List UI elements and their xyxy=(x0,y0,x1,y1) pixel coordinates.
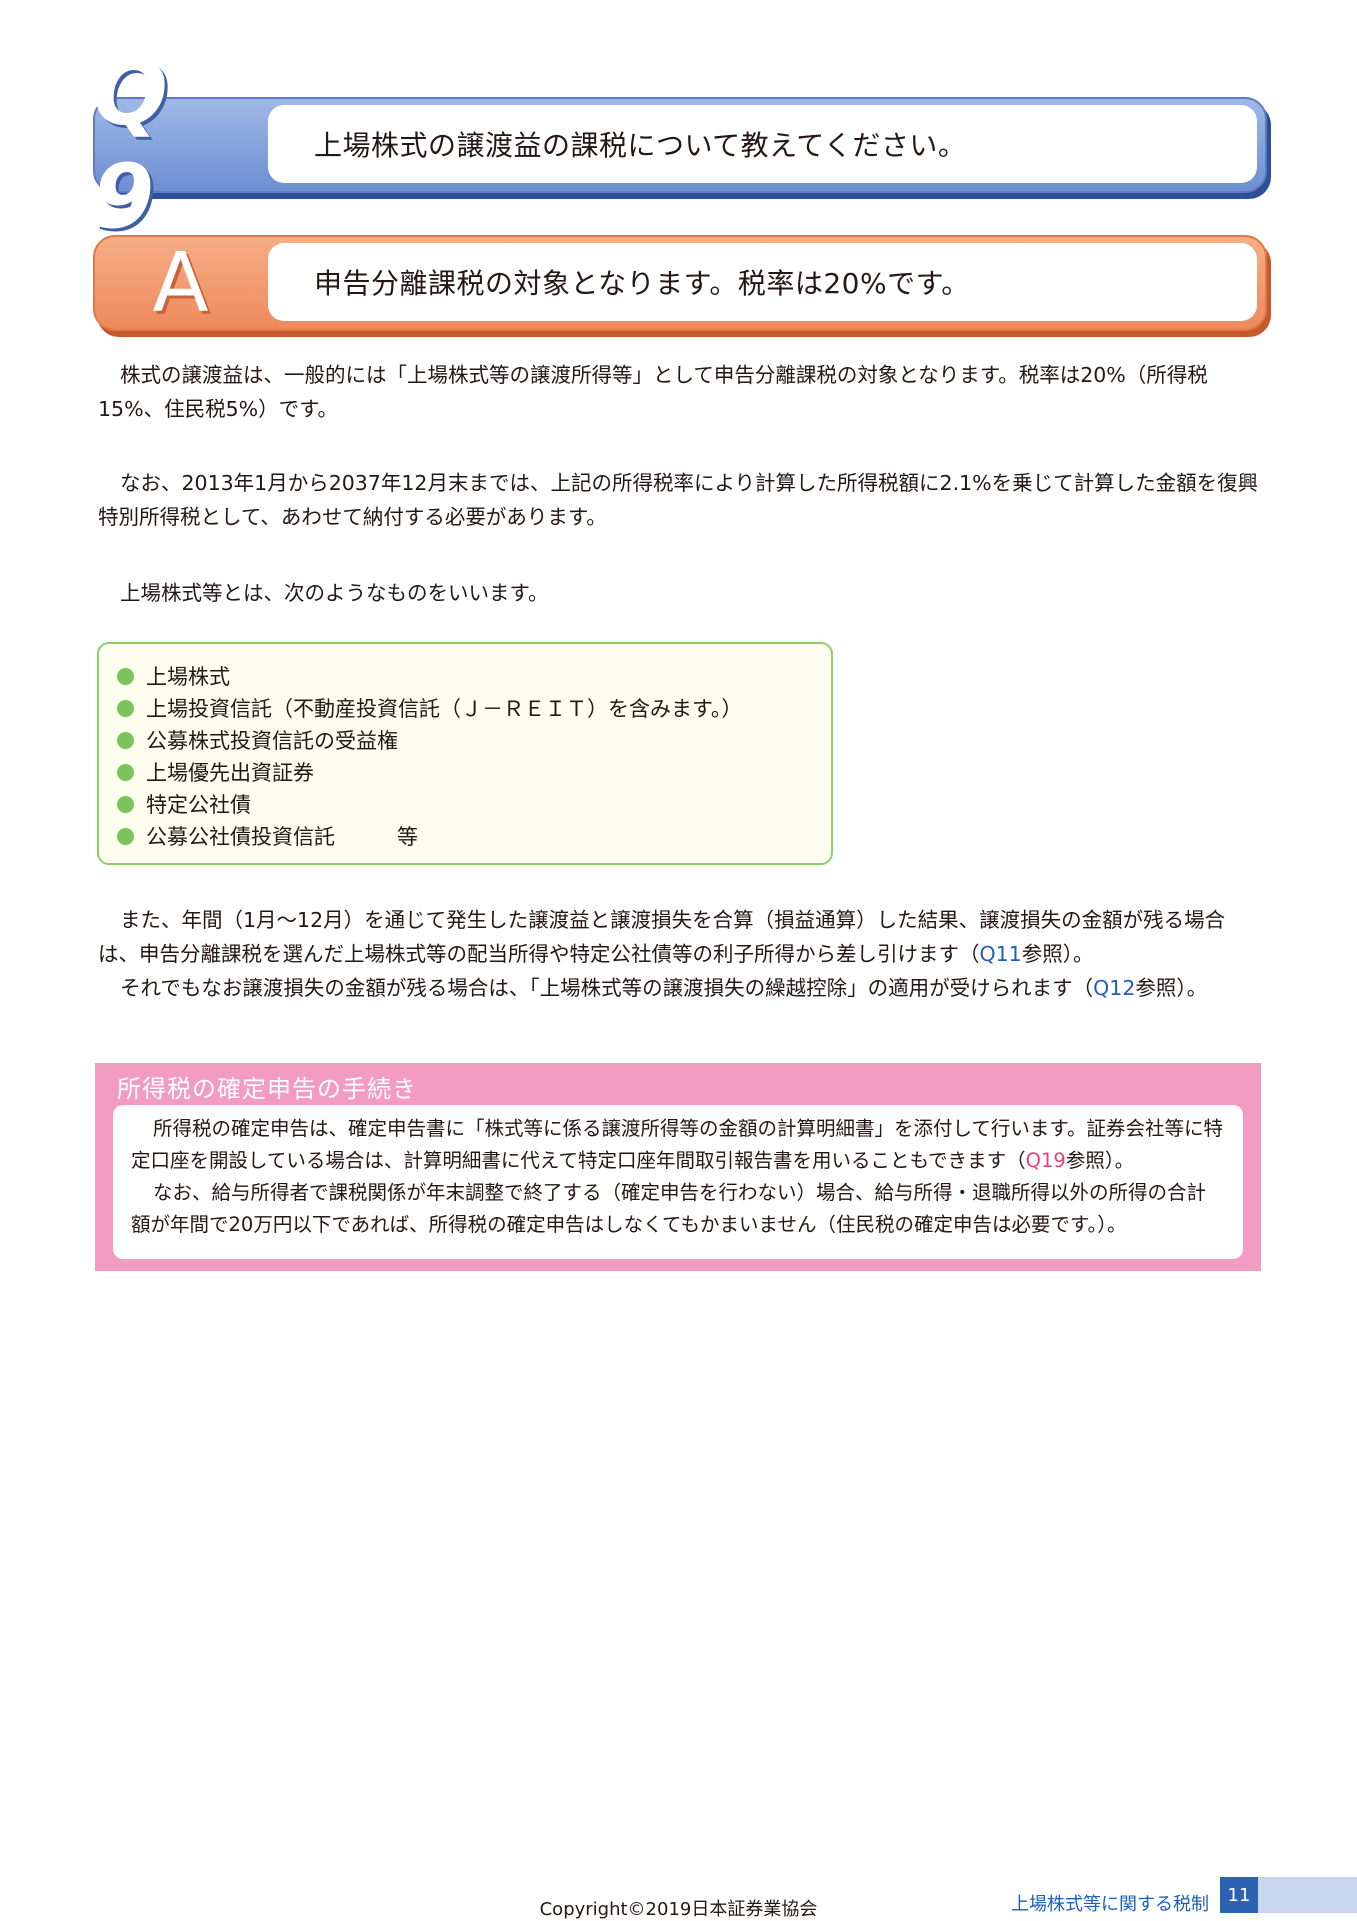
answer-banner: A 申告分離課税の対象となります。税率は20%です。 xyxy=(93,235,1271,337)
procedures-body: 所得税の確定申告は、確定申告書に「株式等に係る譲渡所得等の金額の計算明細書」を添… xyxy=(113,1105,1243,1259)
bullet-icon xyxy=(117,731,134,749)
list-item: 特定公社債 xyxy=(117,788,831,820)
paragraph-tax-rate: 株式の譲渡益は、一般的には「上場株式等の譲渡所得等」として申告分離課税の対象とな… xyxy=(98,363,1208,421)
question-text: 上場株式の譲渡益の課税について教えてください。 xyxy=(268,105,1257,183)
procedures-box: 所得税の確定申告の手続き 所得税の確定申告は、確定申告書に「株式等に係る譲渡所得… xyxy=(95,1063,1261,1271)
list-item: 上場投資信託（不動産投資信託（Ｊ－ＲＥＩＴ）を含みます。） xyxy=(117,692,831,724)
question-mark: Q 9 xyxy=(93,42,174,248)
answer-text: 申告分離課税の対象となります。税率は20%です。 xyxy=(268,243,1257,321)
paragraph-reconstruction-tax: なお、2013年1月から2037年12月末までは、上記の所得税率により計算した所… xyxy=(98,471,1259,529)
listed-stocks-list: 上場株式 上場投資信託（不動産投資信託（Ｊ－ＲＥＩＴ）を含みます。） 公募株式投… xyxy=(97,642,833,865)
list-item: 公募公社債投資信託等 xyxy=(117,820,831,852)
bullet-icon xyxy=(117,795,134,813)
reference-link-q11[interactable]: Q11 xyxy=(980,942,1022,966)
paragraph-loss-offset: また、年間（1月～12月）を通じて発生した譲渡益と譲渡損失を合算（損益通算）した… xyxy=(98,908,1226,966)
procedures-title: 所得税の確定申告の手続き xyxy=(117,1075,417,1103)
bullet-icon xyxy=(117,667,134,685)
copyright: Copyright©2019日本証券業協会 xyxy=(539,1899,818,1920)
reference-link-q12[interactable]: Q12 xyxy=(1093,976,1135,1000)
list-item: 上場優先出資証券 xyxy=(117,756,831,788)
bullet-icon xyxy=(117,827,134,845)
procedures-paragraph-1: 所得税の確定申告は、確定申告書に「株式等に係る譲渡所得等の金額の計算明細書」を添… xyxy=(131,1117,1223,1172)
question-banner: Q 9 上場株式の譲渡益の課税について教えてください。 xyxy=(93,42,1271,248)
bullet-icon xyxy=(117,699,134,717)
procedures-paragraph-2: なお、給与所得者で課税関係が年末調整で終了する（確定申告を行わない）場合、給与所… xyxy=(131,1181,1207,1236)
bullet-icon xyxy=(117,763,134,781)
paragraph-loss-carryforward: それでもなお譲渡損失の金額が残る場合は、「上場株式等の譲渡損失の繰越控除」の適用… xyxy=(120,976,1208,1000)
list-item: 上場株式 xyxy=(117,660,831,692)
paragraph-listed-stocks-intro: 上場株式等とは、次のようなものをいいます。 xyxy=(120,581,549,605)
reference-link-q19[interactable]: Q19 xyxy=(1026,1149,1066,1172)
list-item: 公募株式投資信託の受益権 xyxy=(117,724,831,756)
answer-mark: A xyxy=(152,235,209,331)
list-suffix: 等 xyxy=(397,825,418,849)
